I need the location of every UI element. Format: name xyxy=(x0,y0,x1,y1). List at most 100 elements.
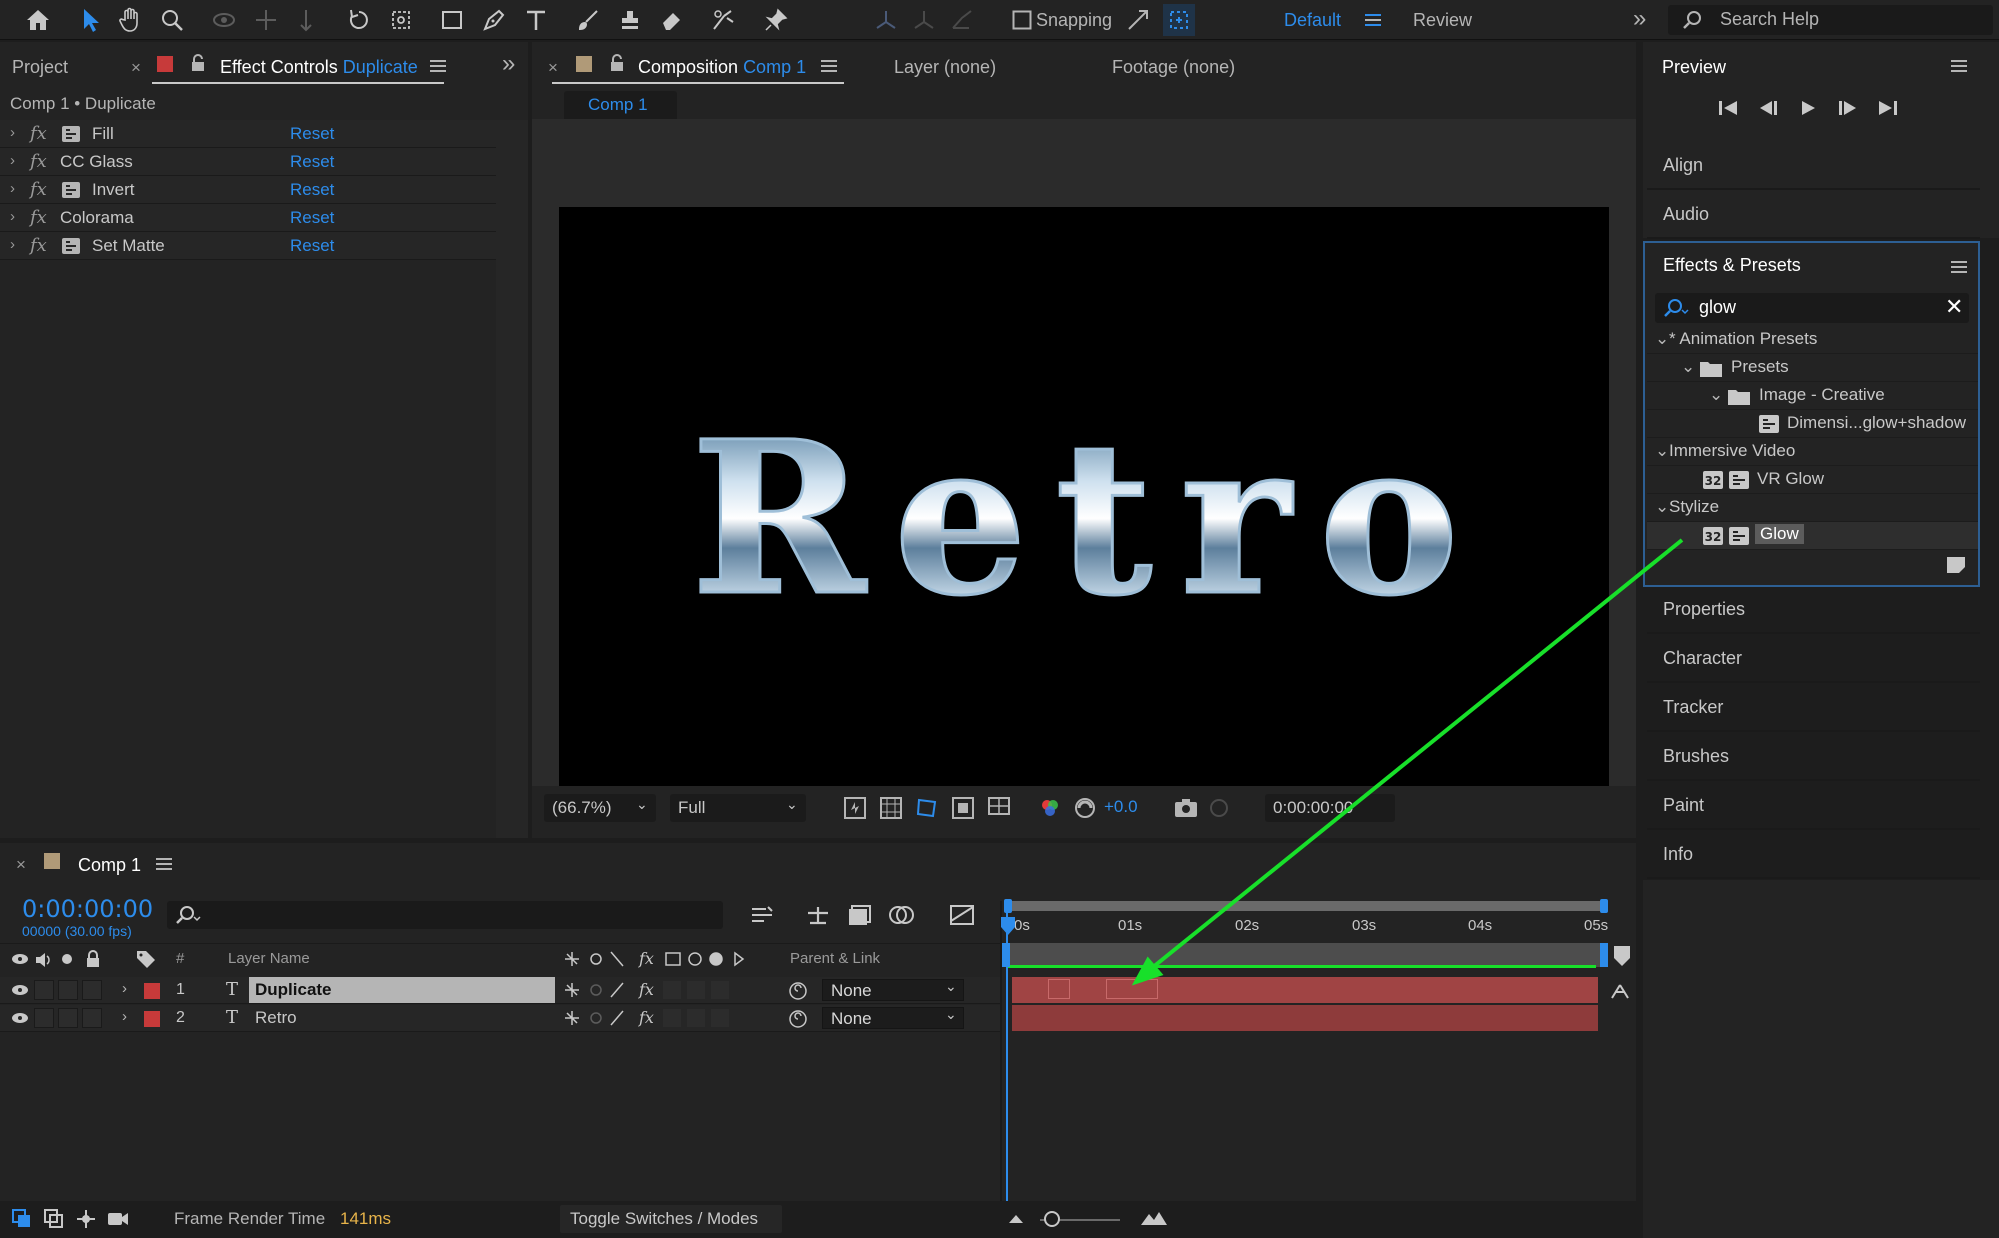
layer-name-field[interactable]: Duplicate xyxy=(249,977,555,1003)
layer-row-1[interactable]: › 1 T Duplicate fx None ⌄ xyxy=(0,977,1000,1004)
panel-paint[interactable]: Paint xyxy=(1647,781,1980,830)
current-time[interactable]: 0:00:00:00 xyxy=(22,895,153,923)
anchor-point-tool-icon[interactable] xyxy=(385,4,417,36)
chevron-down-icon[interactable]: ⌄ xyxy=(1655,497,1669,517)
tab-footage[interactable]: Footage (none) xyxy=(1112,57,1235,78)
hand-tool-icon[interactable] xyxy=(115,4,147,36)
panel-menu-icon[interactable] xyxy=(156,858,172,870)
work-area-bar[interactable] xyxy=(1008,901,1602,911)
tree-item-animation-presets[interactable]: ⌄ * Animation Presets xyxy=(1647,326,1978,354)
chevron-down-icon[interactable]: ⌄ xyxy=(1681,357,1695,377)
tracking-icon[interactable] xyxy=(1609,981,1633,1001)
snapping-checkbox[interactable] xyxy=(1006,4,1038,36)
panel-menu-icon[interactable] xyxy=(1951,261,1967,273)
panel-menu-icon[interactable] xyxy=(821,60,837,72)
layer-name[interactable]: Retro xyxy=(255,1008,297,1028)
fast-previews-icon[interactable] xyxy=(843,796,867,820)
rectangle-tool-icon[interactable] xyxy=(436,4,468,36)
first-frame-icon[interactable] xyxy=(1717,98,1739,118)
zoom-slider-handle[interactable] xyxy=(1044,1211,1060,1227)
panel-audio[interactable]: Audio xyxy=(1647,190,1980,239)
chevron-right-icon[interactable]: › xyxy=(10,236,15,253)
view-axis-icon[interactable] xyxy=(946,4,978,36)
chevron-right-icon[interactable]: › xyxy=(10,124,15,141)
frame-blending-icon[interactable] xyxy=(888,903,916,927)
brush-tool-icon[interactable] xyxy=(572,4,604,36)
tree-item-vr-glow[interactable]: 32 VR Glow xyxy=(1647,466,1978,494)
layer-2-track-bar[interactable] xyxy=(1012,1005,1598,1031)
close-icon[interactable]: × xyxy=(131,58,141,78)
selection-tool-icon[interactable] xyxy=(75,4,107,36)
fx-icon[interactable]: fx xyxy=(30,235,47,256)
tab-composition[interactable]: Composition Comp 1 xyxy=(638,57,806,78)
chevron-right-icon[interactable]: › xyxy=(10,208,15,225)
parent-dropdown[interactable]: None ⌄ xyxy=(822,978,964,1001)
audio-switch-icon[interactable] xyxy=(34,952,52,968)
effect-row[interactable]: › fx CC Glass Reset xyxy=(0,148,496,176)
effects-search-input[interactable]: glow ✕ xyxy=(1655,293,1969,323)
panel-overflow-icon[interactable]: » xyxy=(502,50,515,78)
eraser-tool-icon[interactable] xyxy=(656,4,688,36)
region-of-interest-icon[interactable] xyxy=(951,796,975,820)
expand-chevron-icon[interactable]: › xyxy=(122,980,127,997)
solo-icon[interactable] xyxy=(62,954,72,964)
zoom-in-mountain-icon[interactable] xyxy=(1140,1209,1168,1227)
effect-row[interactable]: › fx Invert Reset xyxy=(0,176,496,204)
snap-features-icon[interactable] xyxy=(1163,4,1195,36)
reset-link[interactable]: Reset xyxy=(290,152,334,172)
expand-chevron-icon[interactable]: › xyxy=(122,1008,127,1025)
tree-item-presets[interactable]: ⌄ Presets xyxy=(1647,354,1978,382)
comp-marker-bin-icon[interactable] xyxy=(1612,945,1632,967)
playhead-handle-icon[interactable] xyxy=(1000,917,1016,935)
eye-icon[interactable] xyxy=(10,1011,30,1025)
layer-switches-pane-icon[interactable] xyxy=(12,1209,32,1229)
close-icon[interactable]: × xyxy=(16,855,26,875)
tab-project[interactable]: Project xyxy=(12,57,68,78)
rotation-tool-icon[interactable] xyxy=(343,4,375,36)
panel-brushes[interactable]: Brushes xyxy=(1647,732,1980,781)
tree-item-glow[interactable]: 32 Glow xyxy=(1647,522,1978,550)
toggle-switches-modes-button[interactable]: Toggle Switches / Modes xyxy=(560,1205,782,1233)
world-axis-icon[interactable] xyxy=(908,4,940,36)
layer-row-2[interactable]: › 2 T Retro fx None ⌄ xyxy=(0,1005,1000,1032)
reset-link[interactable]: Reset xyxy=(290,124,334,144)
column-layer-name[interactable]: Layer Name xyxy=(228,950,310,967)
comp-viewer[interactable]: Retro xyxy=(532,119,1636,830)
reset-link[interactable]: Reset xyxy=(290,236,334,256)
search-help-input[interactable]: Search Help xyxy=(1668,5,1993,35)
tree-item-immersive-video[interactable]: ⌄ Immersive Video xyxy=(1647,438,1978,466)
play-icon[interactable] xyxy=(1797,98,1819,118)
snapshot-icon[interactable] xyxy=(1173,796,1199,820)
panel-character[interactable]: Character xyxy=(1647,634,1980,683)
time-graph[interactable]: 0s 01s 02s 03s 04s 05s xyxy=(1000,899,1636,1238)
work-area-end-handle[interactable] xyxy=(1600,899,1608,913)
in-out-stretch-icon[interactable] xyxy=(76,1209,96,1229)
pan-camera-icon[interactable] xyxy=(250,4,282,36)
layer-switches[interactable]: fx xyxy=(563,981,749,999)
effect-row[interactable]: › fx Fill Reset xyxy=(0,120,496,148)
close-icon[interactable]: × xyxy=(548,58,558,78)
comp-subtab[interactable]: Comp 1 xyxy=(564,91,677,119)
comp-canvas[interactable]: Retro xyxy=(559,207,1609,798)
draft-3d-icon[interactable] xyxy=(804,903,832,927)
effect-row[interactable]: › fx Set Matte Reset xyxy=(0,232,496,260)
panel-properties[interactable]: Properties xyxy=(1647,585,1980,634)
transfer-controls-icon[interactable] xyxy=(44,1209,64,1229)
layer-switches[interactable]: fx xyxy=(563,1009,749,1027)
chevron-down-icon[interactable]: ⌄ xyxy=(1655,441,1669,461)
tab-layer[interactable]: Layer (none) xyxy=(894,57,996,78)
mask-visibility-icon[interactable] xyxy=(915,796,939,820)
resolution-dropdown[interactable]: Full ⌄ xyxy=(670,794,806,822)
panel-info[interactable]: Info xyxy=(1647,830,1980,879)
playhead-line[interactable] xyxy=(1006,911,1008,1238)
chevron-down-icon[interactable]: ⌄ xyxy=(1709,385,1723,405)
pen-tool-icon[interactable] xyxy=(478,4,510,36)
lock-toggle[interactable] xyxy=(82,1008,102,1028)
panel-align[interactable]: Align xyxy=(1647,141,1980,190)
audio-toggle[interactable] xyxy=(34,980,54,1000)
lock-icon[interactable] xyxy=(191,54,205,72)
reset-exposure-icon[interactable] xyxy=(1073,796,1097,820)
scrollbar-track[interactable] xyxy=(496,120,528,838)
channel-icon[interactable] xyxy=(1038,796,1062,820)
effect-row[interactable]: › fx Colorama Reset xyxy=(0,204,496,232)
